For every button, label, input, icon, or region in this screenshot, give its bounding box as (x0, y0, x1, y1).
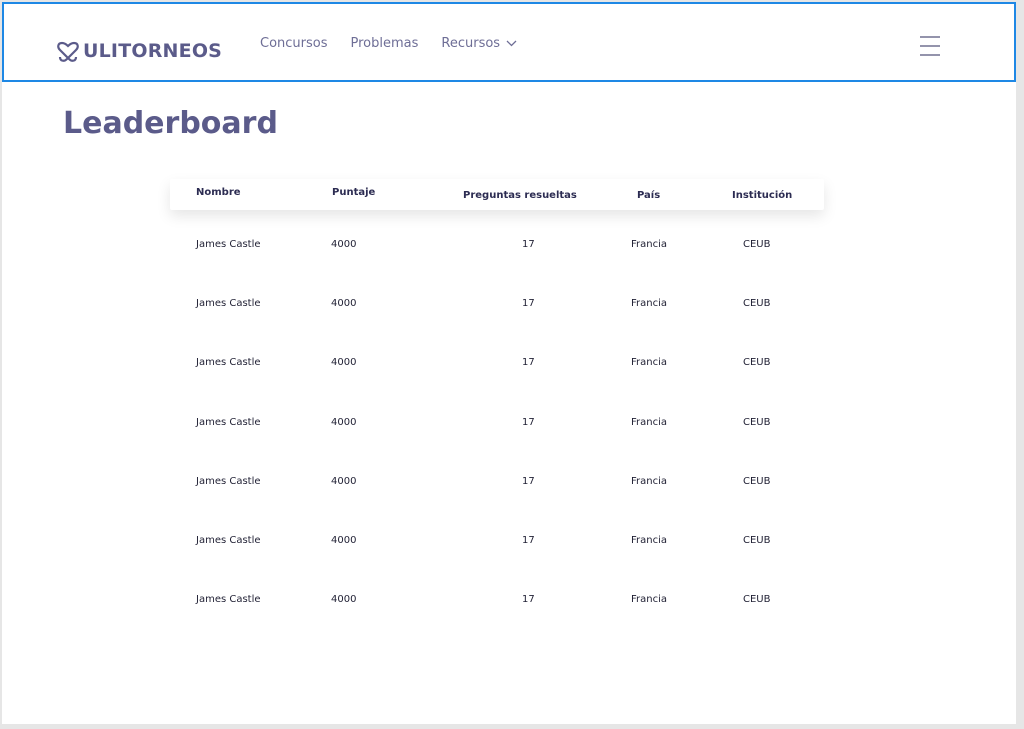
column-header-pais[interactable]: País (637, 190, 660, 201)
table-header: Nombre Puntaje Preguntas resueltas País … (170, 179, 824, 210)
cell-puntaje: 4000 (331, 535, 357, 546)
cell-preguntas-resueltas: 17 (522, 417, 535, 428)
cell-preguntas-resueltas: 17 (522, 239, 535, 250)
column-header-puntaje[interactable]: Puntaje (332, 187, 375, 198)
cell-preguntas-resueltas: 17 (522, 594, 535, 605)
table-row[interactable]: James Castle 4000 17 Francia CEUB (170, 414, 824, 434)
column-header-preguntas-resueltas[interactable]: Preguntas resueltas (463, 190, 577, 201)
cell-institucion: CEUB (743, 298, 771, 309)
page-title: Leaderboard (63, 106, 278, 141)
cell-nombre: James Castle (196, 417, 261, 428)
cell-preguntas-resueltas: 17 (522, 476, 535, 487)
nav-item-label: Problemas (350, 36, 419, 51)
cell-pais: Francia (631, 298, 668, 309)
cell-institucion: CEUB (743, 357, 771, 368)
cell-pais: Francia (631, 417, 668, 428)
column-header-nombre[interactable]: Nombre (196, 187, 241, 198)
top-navbar: ULITORNEOS Concursos Problemas Recursos (2, 2, 1016, 82)
nav-item-recursos-dropdown[interactable]: Recursos (441, 36, 517, 51)
cell-puntaje: 4000 (331, 476, 357, 487)
cell-institucion: CEUB (743, 417, 771, 428)
cell-institucion: CEUB (743, 535, 771, 546)
nav-item-problemas[interactable]: Problemas (351, 36, 419, 51)
main-nav: Concursos Problemas Recursos (260, 36, 517, 51)
nav-item-label: Concursos (260, 36, 328, 51)
brand-name: ULITORNEOS (83, 40, 223, 62)
cell-institucion: CEUB (743, 476, 771, 487)
chevron-down-icon (506, 40, 517, 47)
table-row[interactable]: James Castle 4000 17 Francia CEUB (170, 236, 824, 256)
logo-knot-icon (57, 41, 79, 62)
cell-puntaje: 4000 (331, 357, 357, 368)
cell-pais: Francia (631, 239, 668, 250)
cell-preguntas-resueltas: 17 (522, 298, 535, 309)
cell-pais: Francia (631, 535, 668, 546)
cell-institucion: CEUB (743, 239, 771, 250)
cell-pais: Francia (631, 594, 668, 605)
cell-puntaje: 4000 (331, 239, 357, 250)
hamburger-menu-icon (920, 36, 940, 56)
cell-puntaje: 4000 (331, 298, 357, 309)
cell-nombre: James Castle (196, 594, 261, 605)
table-row[interactable]: James Castle 4000 17 Francia CEUB (170, 354, 824, 374)
table-row[interactable]: James Castle 4000 17 Francia CEUB (170, 591, 824, 611)
cell-preguntas-resueltas: 17 (522, 357, 535, 368)
cell-pais: Francia (631, 476, 668, 487)
cell-nombre: James Castle (196, 239, 261, 250)
table-row[interactable]: James Castle 4000 17 Francia CEUB (170, 532, 824, 552)
cell-pais: Francia (631, 357, 668, 368)
table-row[interactable]: James Castle 4000 17 Francia CEUB (170, 295, 824, 315)
nav-item-concursos[interactable]: Concursos (260, 36, 328, 51)
cell-puntaje: 4000 (331, 594, 357, 605)
app-frame: ULITORNEOS Concursos Problemas Recursos (2, 2, 1016, 724)
cell-nombre: James Castle (196, 535, 261, 546)
table-row[interactable]: James Castle 4000 17 Francia CEUB (170, 473, 824, 493)
cell-nombre: James Castle (196, 298, 261, 309)
column-header-institucion[interactable]: Institución (732, 190, 792, 201)
cell-nombre: James Castle (196, 476, 261, 487)
brand-logo[interactable]: ULITORNEOS (55, 38, 222, 64)
menu-button[interactable] (918, 34, 942, 58)
cell-institucion: CEUB (743, 594, 771, 605)
cell-puntaje: 4000 (331, 417, 357, 428)
nav-item-label: Recursos (441, 36, 501, 51)
cell-nombre: James Castle (196, 357, 261, 368)
cell-preguntas-resueltas: 17 (522, 535, 535, 546)
